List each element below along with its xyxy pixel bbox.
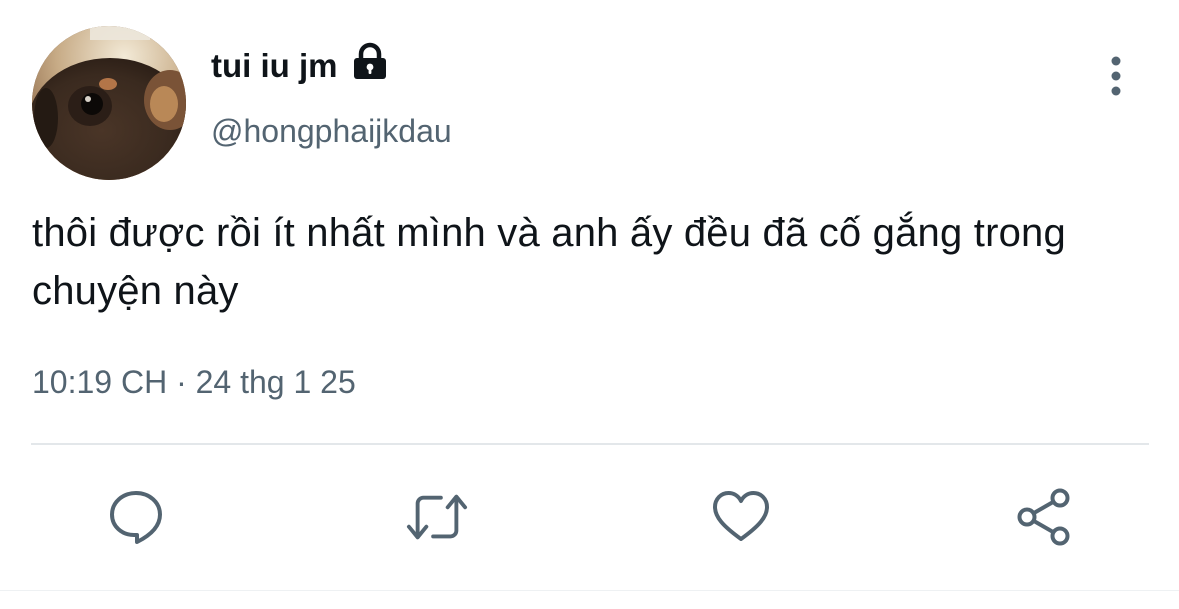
like-button[interactable] [710,486,772,548]
more-options-button[interactable] [1100,54,1132,98]
bottom-divider [0,590,1179,591]
divider [31,443,1149,445]
retweet-button[interactable] [406,486,468,548]
tweet-card: tui iu jm @hongphaijkdau thôi được rồi í… [0,0,1179,609]
share-button[interactable] [1013,486,1075,548]
avatar-photo [32,26,186,180]
display-name-row: tui iu jm [211,42,390,86]
avatar[interactable] [32,26,186,180]
user-handle[interactable]: @hongphaijkdau [211,113,452,150]
tweet-timestamp[interactable]: 10:19 CH · 24 thg 1 25 [32,364,356,401]
retweet-icon [406,494,468,540]
share-icon [1017,488,1070,546]
reply-icon [110,491,162,544]
heart-icon [713,491,769,541]
more-vertical-icon [1111,56,1121,96]
reply-button[interactable] [105,486,167,548]
tweet-text: thôi được rồi ít nhất mình và anh ấy đều… [32,211,1066,313]
display-name[interactable]: tui iu jm [211,47,338,85]
lock-icon [350,42,390,82]
